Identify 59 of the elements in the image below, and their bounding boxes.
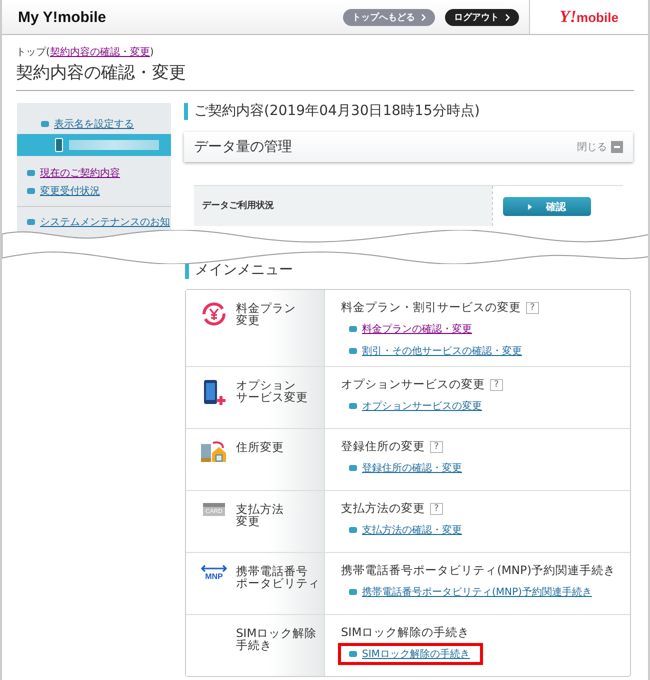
header-button[interactable]: トップへもどる — [343, 8, 435, 26]
bullet-icon — [349, 326, 357, 332]
menu-category-title: オプション サービス変更 — [236, 379, 308, 406]
help-icon[interactable]: ? — [430, 440, 443, 452]
menu-item-title: 携帯電話番号ポータビリティ(MNP)予約関連手続き — [341, 563, 616, 578]
menu-category-title: 携帯電話番号 ポータビリティ — [236, 565, 320, 592]
menu-link[interactable]: 登録住所の確認・変更 — [362, 461, 462, 475]
bullet-icon — [41, 121, 49, 127]
sidebar-link[interactable]: 現在のご契約内容 — [40, 166, 120, 180]
bullet-icon — [349, 527, 357, 533]
menu-category-title: 料金プラン 変更 — [236, 302, 296, 329]
help-icon[interactable]: ? — [490, 378, 503, 390]
confirm-button[interactable]: 確認 — [503, 197, 591, 216]
bullet-icon — [27, 188, 35, 194]
yen-icon — [202, 302, 226, 326]
sidebar-link[interactable]: システムメンテナンスのお知 — [40, 215, 170, 229]
help-icon[interactable]: ? — [430, 502, 443, 514]
section-heading: ご契約内容(2019年04月30日18時15分時点) — [184, 103, 633, 120]
sidebar-link[interactable]: 変更受付状況 — [40, 184, 100, 198]
breadcrumb-text: トップ( — [16, 47, 50, 58]
help-icon[interactable]: ? — [526, 302, 539, 314]
house-icon — [200, 441, 228, 465]
breadcrumb-link[interactable]: 契約内容の確認・変更 — [50, 47, 150, 58]
menu-item-title: オプションサービスの変更 — [341, 377, 485, 392]
menu-item-title: SIMロック解除の手続き — [341, 625, 470, 640]
sidebar-link[interactable]: 表示名を設定する — [54, 117, 134, 131]
bullet-icon — [349, 651, 357, 657]
menu-item-title: 料金プラン・割引サービスの変更 — [341, 300, 521, 315]
site-logo: My Y!mobile — [18, 8, 108, 26]
menu-link[interactable]: 割引・その他サービスの確認・変更 — [362, 344, 522, 358]
bullet-icon — [27, 219, 35, 225]
bullet-icon — [349, 589, 357, 595]
usage-label: データご利用状況 — [201, 199, 275, 213]
chevron-icon — [505, 14, 510, 20]
menu-link[interactable]: オプションサービスの変更 — [362, 399, 482, 413]
triangle-icon — [528, 204, 532, 210]
menu-item-title: 登録住所の変更 — [341, 439, 425, 454]
phone-icon — [55, 138, 63, 152]
chevron-icon — [421, 14, 426, 20]
close-button[interactable]: 閉じる — [577, 140, 623, 154]
selected-line-bar[interactable] — [17, 134, 171, 156]
menu-link[interactable]: 支払方法の確認・変更 — [362, 523, 462, 537]
menu-link[interactable]: 携帯電話番号ポータビリティ(MNP)予約関連手続き — [362, 585, 592, 599]
bullet-icon — [27, 170, 35, 176]
bullet-icon — [349, 348, 357, 354]
page-title: 契約内容の確認・変更 — [16, 61, 634, 91]
bullet-icon — [349, 403, 357, 409]
section-heading: メインメニュー — [185, 262, 631, 279]
menu-item-title: 支払方法の変更 — [341, 501, 425, 516]
brand-logo: Y!mobile — [529, 0, 648, 34]
breadcrumb-text: ) — [150, 47, 154, 58]
menu-category-title: 支払方法 変更 — [236, 503, 284, 530]
bullet-icon — [349, 465, 357, 471]
menu-link[interactable]: 料金プランの確認・変更 — [362, 322, 472, 336]
menu-category-title: 住所変更 — [236, 441, 284, 456]
panel-title: データ量の管理 — [194, 138, 292, 156]
header-button[interactable]: ログアウト — [445, 8, 519, 26]
menu-category-title: SIMロック解除 手続き — [236, 627, 317, 654]
phone-icon — [202, 379, 226, 407]
